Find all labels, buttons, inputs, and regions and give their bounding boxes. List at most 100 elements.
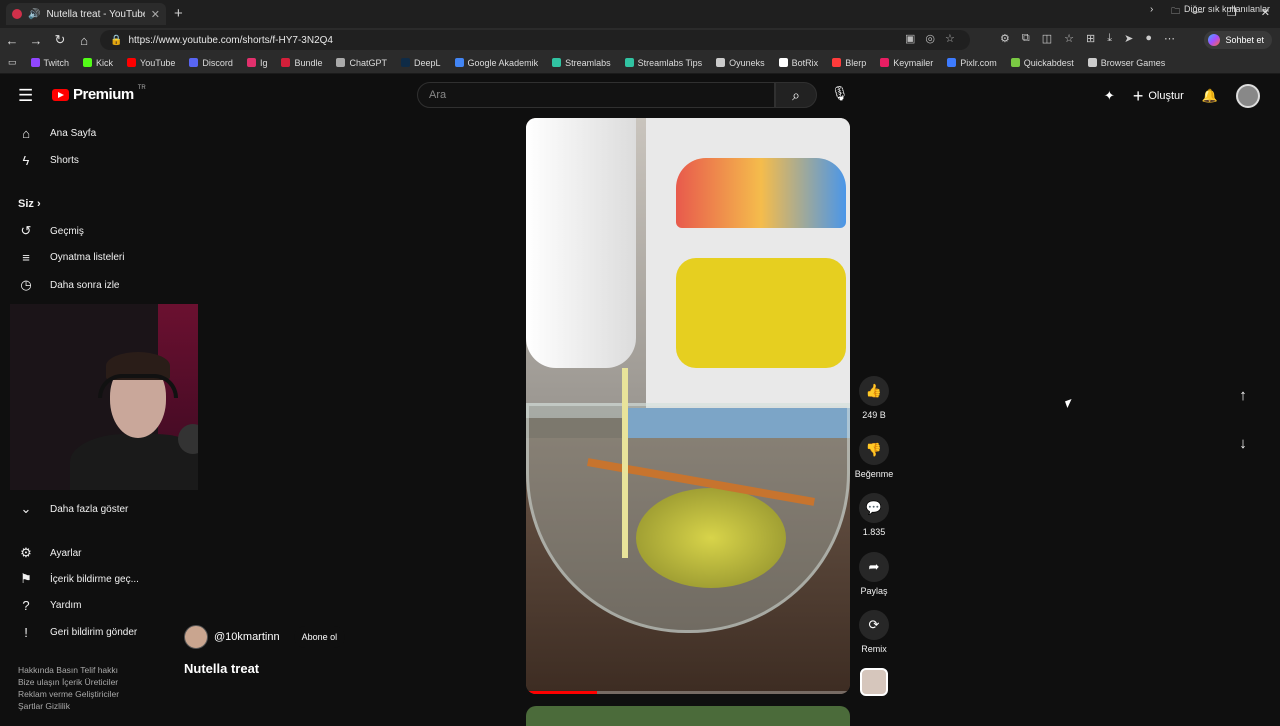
bookmark-item[interactable]: YouTube [127, 58, 175, 68]
sidebar-toggle-icon[interactable]: ▭ [8, 57, 17, 68]
bookmark-item[interactable]: Kick [83, 58, 113, 68]
next-short-preview[interactable] [526, 706, 850, 726]
bookmark-item[interactable]: Streamlabs [552, 58, 611, 68]
mouse-cursor-icon [1065, 399, 1074, 408]
footer-line[interactable]: Hakkında Basın Telif hakkı [18, 664, 148, 676]
bookmark-item[interactable]: Google Akademik [454, 58, 538, 68]
extensions-icon[interactable]: ⧉ [1022, 32, 1030, 45]
bookmark-item[interactable]: Quickabdest [1010, 57, 1074, 68]
speaker-icon[interactable]: 🔊 [28, 9, 40, 20]
video-progress-fill [526, 691, 598, 694]
forward-icon[interactable]: → [24, 33, 48, 48]
search-icon: ⌕ [792, 87, 800, 103]
logo-region: TR [137, 84, 146, 91]
bookmark-item[interactable]: Bundle [281, 58, 322, 68]
sidebar-item-feedback[interactable]: ! Geri bildirim gönder [18, 625, 137, 640]
subscribe-button[interactable]: Abone ol [293, 626, 346, 648]
sidebar-item-watch-later[interactable]: ◷ Daha sonra izle [18, 277, 119, 293]
bookmark-item[interactable]: Browser Games [1087, 58, 1165, 68]
favorite-star-icon[interactable]: ☆ [945, 32, 955, 45]
sidebar-item-home[interactable]: ⌂ Ana Sayfa [18, 126, 96, 141]
new-tab-icon[interactable]: + [174, 5, 183, 22]
bookmark-favicon-icon [832, 58, 842, 67]
like-button[interactable]: 👍 [859, 376, 889, 406]
extension-icon[interactable]: ⚙ [1000, 32, 1010, 45]
share-icon[interactable]: ➤ [1124, 32, 1133, 45]
browser-tab[interactable]: 🔊 Nutella treat - YouTube ✕ [6, 3, 166, 25]
bookmark-item[interactable]: ChatGPT [336, 58, 387, 68]
split-screen-icon[interactable]: ◫ [1042, 32, 1052, 45]
microphone-icon[interactable]: 🎙 [831, 85, 849, 102]
download-icon[interactable]: ⤓ [1107, 32, 1112, 45]
bookmark-item[interactable]: Discord [189, 58, 233, 68]
sidebar-item-settings[interactable]: ⚙ Ayarlar [18, 545, 81, 561]
cast-icon[interactable]: ✦ [1104, 88, 1115, 104]
youtube-logo[interactable]: Premium TR [52, 84, 146, 103]
section-title: Siz [18, 198, 34, 210]
bookmark-favicon-icon [30, 58, 40, 67]
profile-icon[interactable]: ● [1145, 32, 1152, 45]
app-icon[interactable]: ▣ [905, 32, 915, 45]
collections-icon[interactable]: ⊞ [1086, 32, 1095, 45]
create-button[interactable]: + Oluştur [1133, 87, 1184, 105]
footer-line[interactable]: Reklam verme Geliştiriciler [18, 688, 148, 700]
bookmark-item[interactable]: Pixlr.com [947, 58, 997, 68]
share-button[interactable]: ➦ [859, 552, 889, 582]
other-bookmarks[interactable]: 🗀 Diğer sık kullanılanlar [1171, 4, 1270, 20]
sidebar-item-report[interactable]: ⚑ İçerik bildirme geç... [18, 571, 139, 587]
lock-icon: 🔒 [110, 34, 123, 46]
footer-line[interactable]: Şartlar Gizlilik [18, 700, 148, 712]
bookmark-item[interactable]: BotRix [778, 57, 819, 68]
short-title: Nutella treat [184, 661, 260, 676]
short-video-player[interactable] [526, 118, 850, 694]
url-bar[interactable]: 🔒 https://www.youtube.com/shorts/f-HY7-3… [100, 30, 970, 50]
bookmark-item[interactable]: Blerp [832, 58, 866, 68]
sidebar-item-history[interactable]: ↺ Geçmiş [18, 223, 84, 239]
comments-button[interactable]: 💬 [859, 493, 889, 523]
channel-avatar[interactable] [184, 625, 208, 649]
favorites-icon[interactable]: ☆ [1064, 32, 1074, 45]
bookmark-item[interactable]: Oyuneks [716, 58, 765, 68]
tracking-icon[interactable]: ◎ [925, 32, 935, 45]
copilot-button[interactable]: Sohbet et [1204, 31, 1272, 49]
shorts-icon: ϟ [22, 153, 30, 168]
tab-title: Nutella treat - YouTube [46, 8, 145, 20]
home-icon[interactable]: ⌂ [72, 33, 96, 48]
home-icon: ⌂ [22, 126, 30, 141]
comments-action: 💬 1.835 [852, 493, 896, 537]
channel-name[interactable]: @10kmartinn [214, 631, 280, 643]
more-icon[interactable]: ⋯ [1164, 32, 1175, 45]
previous-short-arrow-up-icon[interactable]: ↑ [1230, 383, 1256, 409]
dislike-button[interactable]: 👎 [859, 435, 889, 465]
search-input[interactable]: Ara [417, 82, 775, 108]
bookmark-item[interactable]: Ig [246, 58, 267, 68]
next-short-arrow-down-icon[interactable]: ↓ [1230, 431, 1256, 457]
sidebar-item-shorts[interactable]: ϟ Shorts [18, 153, 79, 168]
video-progress-bar[interactable] [526, 691, 850, 694]
address-toolbar: ← → ↻ ⌂ 🔒 https://www.youtube.com/shorts… [0, 28, 1280, 52]
more-bookmarks-chevron-icon[interactable]: › [1150, 4, 1153, 15]
sidebar-item-playlists[interactable]: ≡ Oynatma listeleri [18, 250, 124, 265]
bookmark-label: BotRix [791, 57, 819, 68]
bookmark-item[interactable]: Twitch [30, 58, 69, 68]
bookmark-item[interactable]: DeepL [401, 58, 441, 68]
close-tab-icon[interactable]: ✕ [151, 8, 160, 21]
sound-thumbnail[interactable] [860, 668, 888, 696]
search-button[interactable]: ⌕ [775, 82, 817, 108]
notifications-bell-icon[interactable]: 🔔 [1202, 88, 1218, 104]
bookmark-label: Quickabdest [1023, 57, 1074, 68]
sidebar-item-show-more[interactable]: ⌄ Daha fazla göster [18, 501, 129, 517]
remix-label: Remix [861, 644, 887, 654]
back-icon[interactable]: ← [0, 33, 24, 48]
account-avatar[interactable] [1236, 84, 1260, 108]
footer-line[interactable]: Bize ulaşın İçerik Üreticiler [18, 676, 148, 688]
bookmark-item[interactable]: Keymailer [880, 58, 933, 68]
remix-button[interactable]: ⟳ [859, 610, 889, 640]
sidebar-section-you[interactable]: Siz › [18, 198, 41, 210]
sidebar-item-help[interactable]: ? Yardım [18, 598, 81, 613]
refresh-icon[interactable]: ↻ [48, 32, 72, 48]
menu-icon[interactable]: ☰ [18, 86, 33, 106]
bookmark-item[interactable]: Streamlabs Tips [624, 58, 702, 68]
bookmark-favicon-icon [552, 58, 562, 67]
bookmark-label: Keymailer [893, 57, 934, 68]
